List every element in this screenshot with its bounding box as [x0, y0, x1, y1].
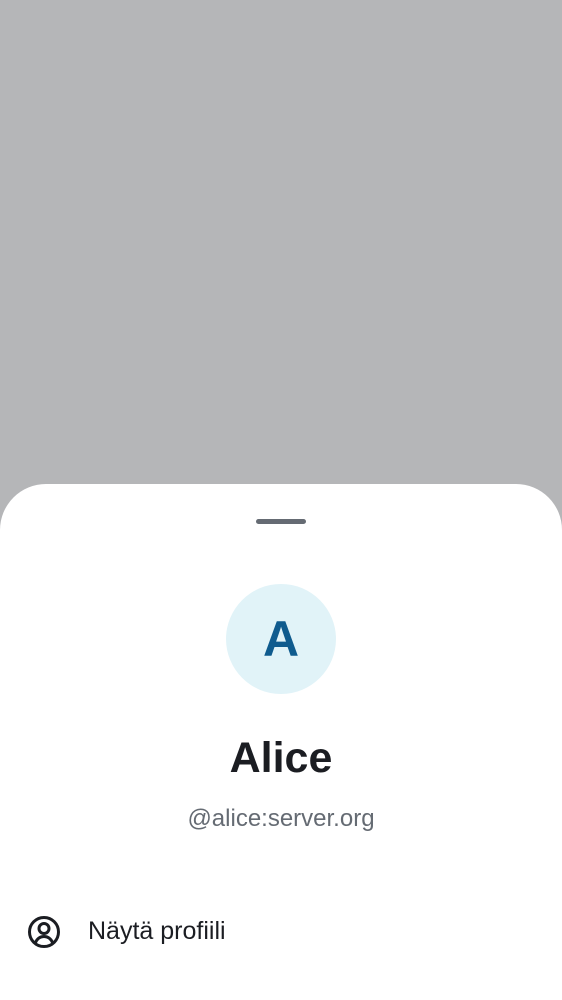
- view-profile-button[interactable]: Näytä profiili: [0, 896, 562, 968]
- sheet-drag-handle[interactable]: [256, 519, 306, 524]
- display-name: Alice: [229, 734, 333, 782]
- user-profile-icon: [26, 914, 62, 950]
- view-profile-label: Näytä profiili: [88, 917, 226, 945]
- avatar-initial: A: [262, 611, 300, 667]
- user-bottom-sheet: A Alice @alice:server.org Näytä profiili: [0, 484, 562, 1000]
- avatar: A: [226, 584, 336, 694]
- user-id: @alice:server.org: [187, 805, 375, 832]
